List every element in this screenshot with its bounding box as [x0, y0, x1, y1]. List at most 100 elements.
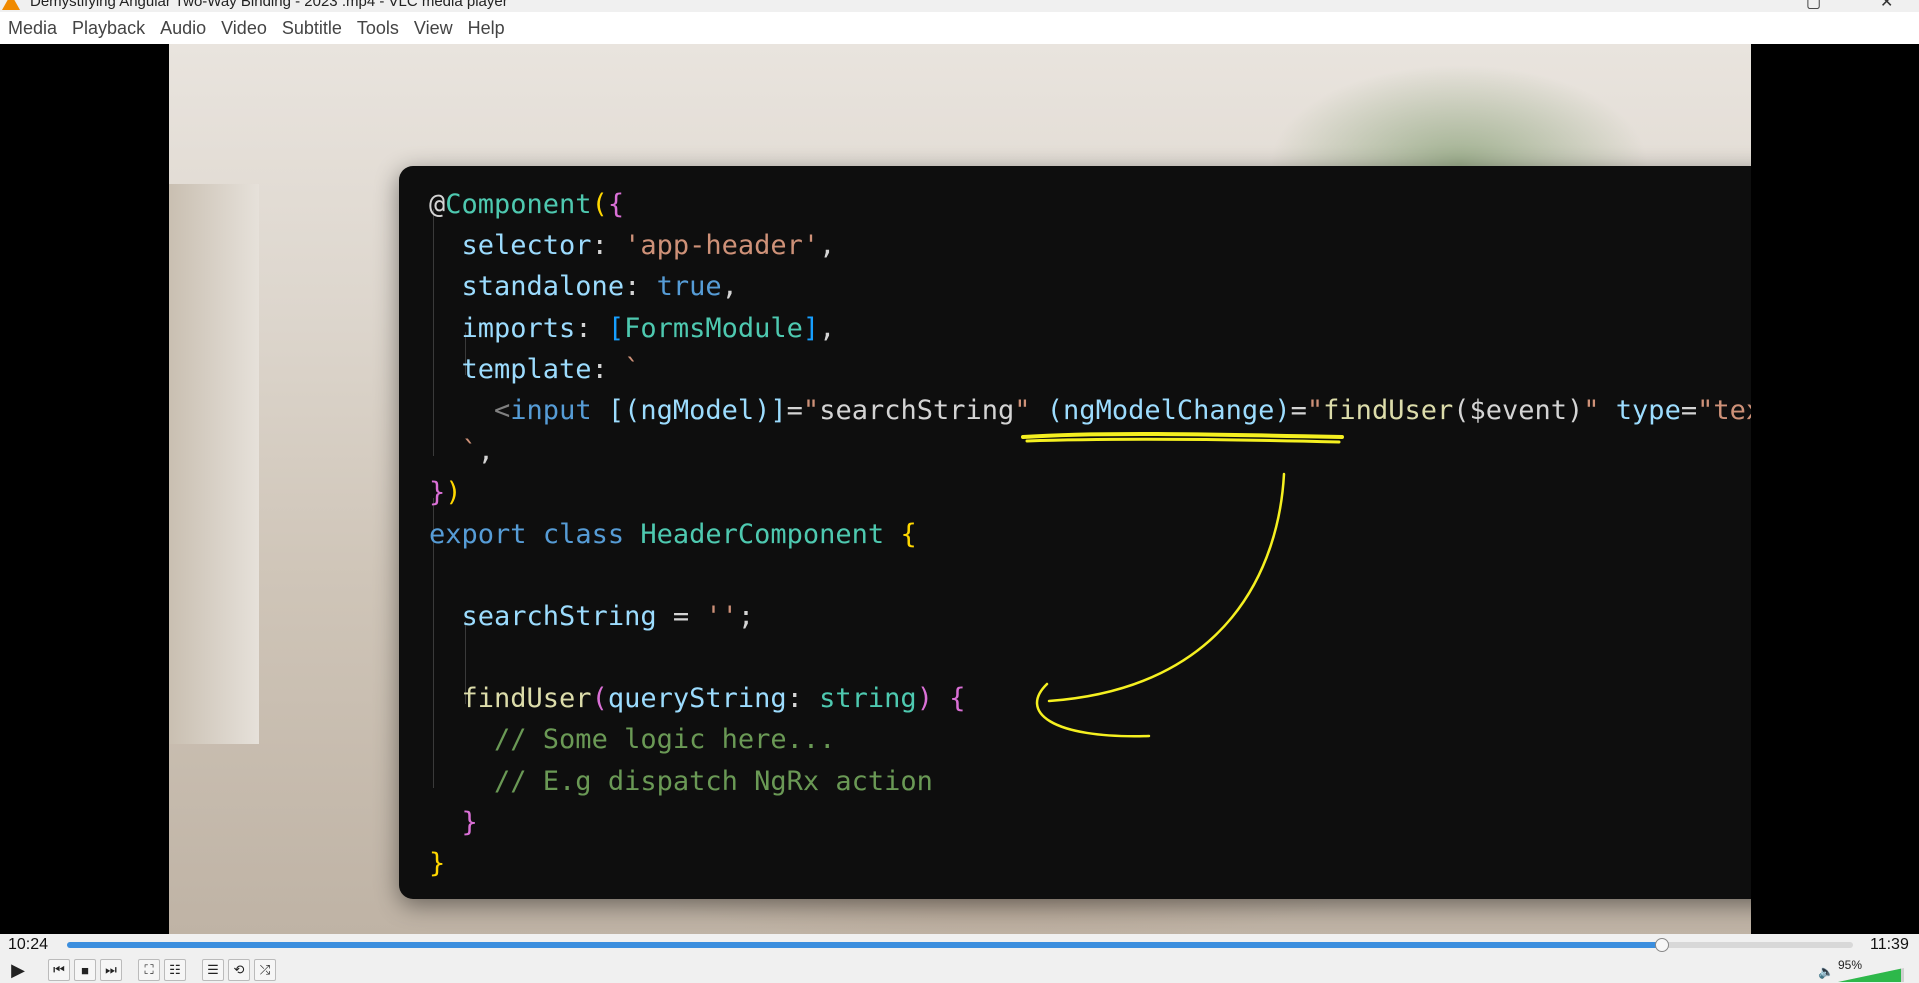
code-line: template: `	[429, 349, 1751, 390]
code-token: queryString	[607, 683, 787, 715]
code-token: =	[786, 394, 803, 426]
code-line: }	[429, 802, 1751, 843]
seek-handle[interactable]	[1654, 938, 1669, 952]
fullscreen-button[interactable]: ⛶	[138, 959, 160, 981]
extended-settings-button[interactable]: ☷	[164, 959, 186, 981]
code-token: {	[949, 683, 966, 715]
code-token: class	[542, 518, 625, 550]
seek-progress	[67, 942, 1662, 948]
code-block: @Component({ selector: 'app-header', sta…	[429, 184, 1751, 884]
code-line: imports: [FormsModule],	[429, 308, 1751, 349]
stop-button[interactable]: ■	[74, 959, 96, 981]
code-token: =	[1290, 394, 1307, 426]
code-token: ;	[737, 600, 755, 632]
code-token: standalone	[461, 271, 625, 303]
playlist-button[interactable]: ☰	[202, 959, 224, 981]
code-line: findUser(queryString: string) {	[429, 678, 1751, 719]
code-token: }	[429, 477, 446, 509]
code-token: true	[656, 271, 722, 303]
previous-button[interactable]: ⏮	[48, 959, 70, 981]
code-token: :	[786, 683, 820, 715]
menu-view[interactable]: View	[406, 12, 460, 44]
code-token: ]	[802, 312, 820, 344]
code-token: )	[916, 683, 933, 715]
code-token: =	[656, 600, 706, 632]
playback-controls: 10:24 11:39 ▶ ⏮ ■ ⏭ ⛶ ☷ ☰ ⟲ ⤮ 🔈 95%	[0, 934, 1919, 983]
volume-label: 95%	[1838, 958, 1863, 972]
code-token: HeaderComponent	[640, 518, 885, 550]
menu-video[interactable]: Video	[213, 12, 274, 44]
code-token: )	[445, 477, 462, 509]
code-token: }	[461, 806, 478, 838]
seek-bar[interactable]	[67, 938, 1853, 952]
code-token: ,	[819, 230, 836, 262]
code-token: template	[461, 353, 592, 385]
code-token: [	[607, 312, 625, 344]
code-token: "	[1583, 394, 1600, 426]
code-token: findUser	[1323, 394, 1454, 426]
code-token: selector	[461, 230, 592, 262]
code-token: imports	[461, 312, 576, 344]
code-snippet-card: @Component({ selector: 'app-header', sta…	[399, 166, 1751, 899]
code-token: ,	[819, 312, 836, 344]
menu-media[interactable]: Media	[0, 12, 64, 44]
menu-help[interactable]: Help	[460, 12, 512, 44]
code-token: {	[607, 189, 625, 220]
code-token: (	[591, 189, 608, 220]
menu-subtitle[interactable]: Subtitle	[274, 12, 349, 44]
equalizer-icon: ☷	[169, 962, 181, 977]
code-line	[429, 555, 1751, 596]
code-token: ''	[705, 600, 738, 632]
code-token: (ngModelChange)	[1046, 394, 1291, 426]
video-frame: @Component({ selector: 'app-header', sta…	[169, 44, 1751, 934]
maximize-icon[interactable]: ▢	[1806, 0, 1821, 12]
close-icon[interactable]: ✕	[1880, 0, 1893, 12]
code-token: "	[1306, 394, 1324, 426]
code-token: Component	[445, 189, 592, 220]
code-line: @Component({	[429, 184, 1751, 225]
elapsed-time: 10:24	[8, 936, 49, 953]
code-token: ,	[721, 271, 738, 303]
code-token: :	[624, 271, 657, 303]
playlist-icon: ☰	[207, 962, 219, 977]
code-token: "	[1014, 394, 1031, 426]
code-line: <input [(ngModel)]="searchString" (ngMod…	[429, 390, 1751, 431]
next-button[interactable]: ⏭	[100, 959, 122, 981]
background-wall	[169, 184, 259, 744]
loop-button[interactable]: ⟲	[228, 959, 250, 981]
menu-tools[interactable]: Tools	[349, 12, 406, 44]
code-line: }	[429, 843, 1751, 884]
code-token: :	[575, 312, 608, 344]
code-token: `	[624, 353, 641, 385]
code-token: "	[802, 394, 820, 426]
vlc-cone-icon	[2, 0, 20, 10]
speaker-icon[interactable]: 🔈	[1818, 964, 1834, 980]
play-button[interactable]: ▶	[7, 959, 29, 981]
code-line: selector: 'app-header',	[429, 225, 1751, 266]
menu-audio[interactable]: Audio	[152, 12, 213, 44]
code-token: <	[494, 394, 511, 426]
menu-playback[interactable]: Playback	[64, 12, 152, 44]
video-area[interactable]: @Component({ selector: 'app-header', sta…	[0, 44, 1919, 934]
code-token: :	[591, 353, 625, 385]
code-line: export class HeaderComponent {	[429, 514, 1751, 555]
shuffle-icon: ⤮	[259, 962, 271, 977]
stop-icon: ■	[81, 962, 89, 978]
shuffle-button[interactable]: ⤮	[254, 959, 276, 981]
